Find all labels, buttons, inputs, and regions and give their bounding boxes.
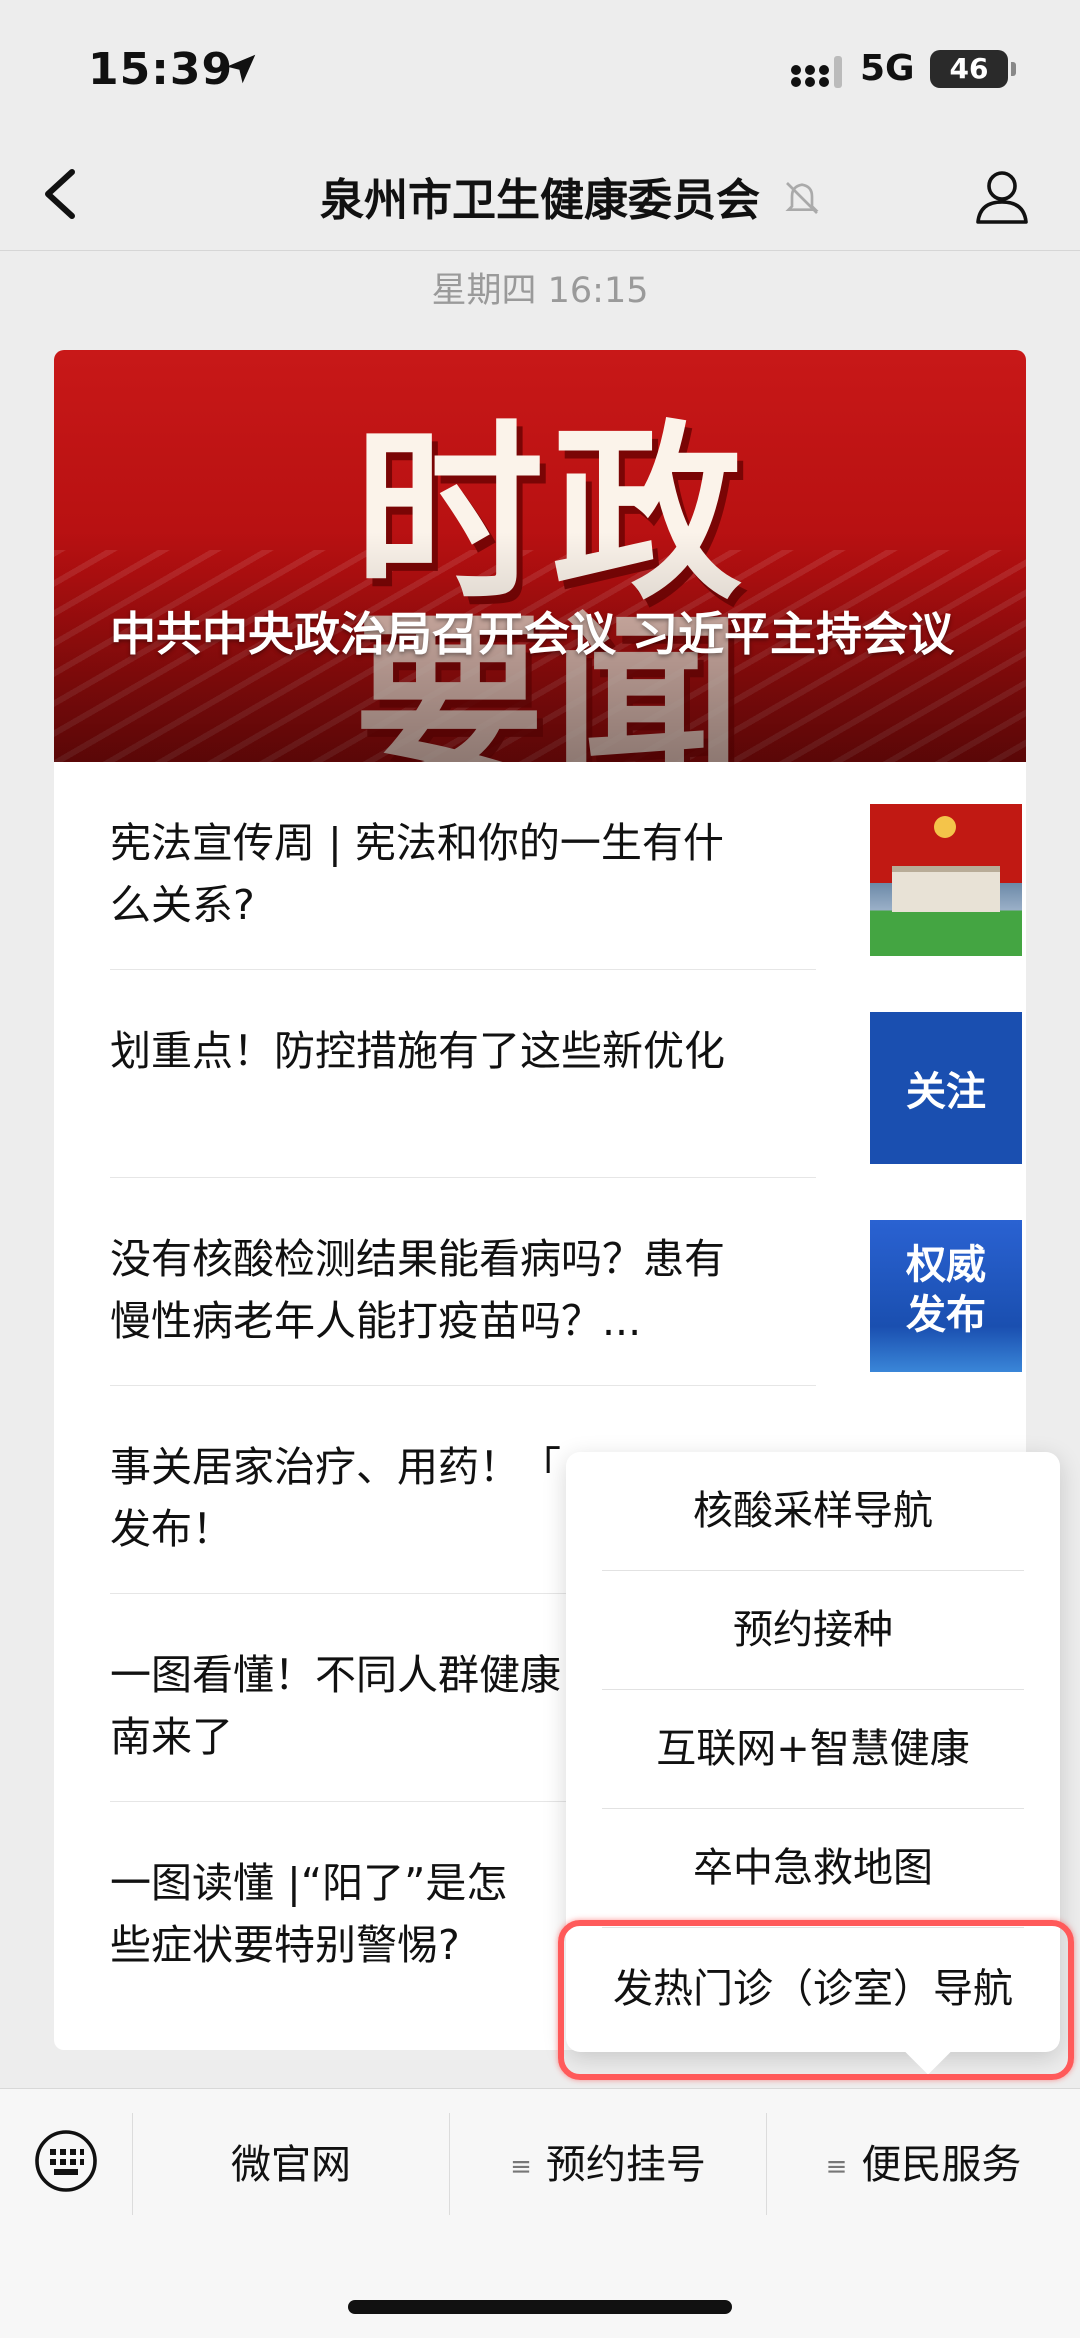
highlight-annotation [558,1920,1074,2080]
menu-micro-website[interactable]: 微官网 [133,2125,449,2205]
account-title: 泉州市卫生健康委员会 [320,175,760,226]
submenu-icon: ≡ [825,2152,848,2182]
banner-article[interactable]: 时政 要闻 中共中央政治局召开会议 习近平主持会议 [54,350,1026,762]
profile-icon[interactable] [972,166,1032,226]
network-type: 5G [860,48,915,89]
battery-icon: 46 [930,50,1016,88]
location-arrow-icon [226,54,256,84]
menu-item-nucleic-test-navigation[interactable]: 核酸采样导航 [602,1452,1024,1570]
article-title: 划重点！防控措施有了这些新优化 [110,1027,725,1075]
menu-appointment-registration[interactable]: ≡ 预约挂号 [450,2125,766,2205]
home-indicator [348,2300,732,2314]
article-thumbnail: 关注 [870,1012,1022,1164]
chat-header: 泉州市卫生健康委员会 [0,140,1080,251]
banner-headline: 中共中央政治局召开会议 习近平主持会议 [110,607,955,661]
menu-item-stroke-map[interactable]: 卒中急救地图 [602,1809,1024,1927]
status-bar: 15:39 5G 46 [0,0,1080,140]
article-thumbnail: 权威 发布 [870,1220,1022,1372]
menu-convenience-services[interactable]: ≡ 便民服务 [767,2125,1080,2205]
signal-icon [791,56,842,88]
status-time: 15:39 [88,44,234,95]
article-item[interactable]: 宪法宣传周 | 宪法和你的一生有什么关系? [110,762,1026,970]
menu-item-internet-smart-health[interactable]: 互联网+智慧健康 [602,1690,1024,1808]
mute-bell-icon [785,182,819,214]
article-item[interactable]: 划重点！防控措施有了这些新优化 关注 [110,970,1026,1178]
message-timestamp: 星期四 16:15 [431,271,649,311]
article-title: 宪法宣传周 | 宪法和你的一生有什么关系? [110,819,724,929]
article-thumbnail [870,804,1022,956]
keyboard-icon[interactable] [34,2129,98,2193]
article-item[interactable]: 没有核酸检测结果能看病吗？患有慢性病老年人能打疫苗吗？... 权威 发布 [110,1178,1026,1386]
submenu-icon: ≡ [510,2152,532,2182]
menu-item-vaccination-booking[interactable]: 预约接种 [602,1571,1024,1689]
article-title: 没有核酸检测结果能看病吗？患有慢性病老年人能打疫苗吗？... [110,1235,725,1345]
